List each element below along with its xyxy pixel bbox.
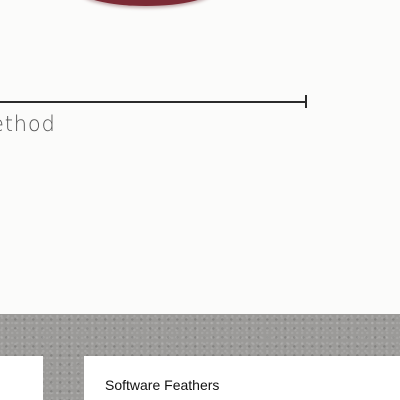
ruler-end-tick: [305, 95, 307, 108]
software-card[interactable]: Software Feathers: [84, 356, 400, 400]
ruler-label: ethod: [0, 112, 56, 136]
ruler-line: [0, 101, 307, 103]
left-card: [0, 356, 43, 400]
card-title: Software Feathers: [105, 377, 220, 393]
ruler-bar: ethod: [0, 70, 340, 140]
decorative-shape: [78, 0, 214, 6]
